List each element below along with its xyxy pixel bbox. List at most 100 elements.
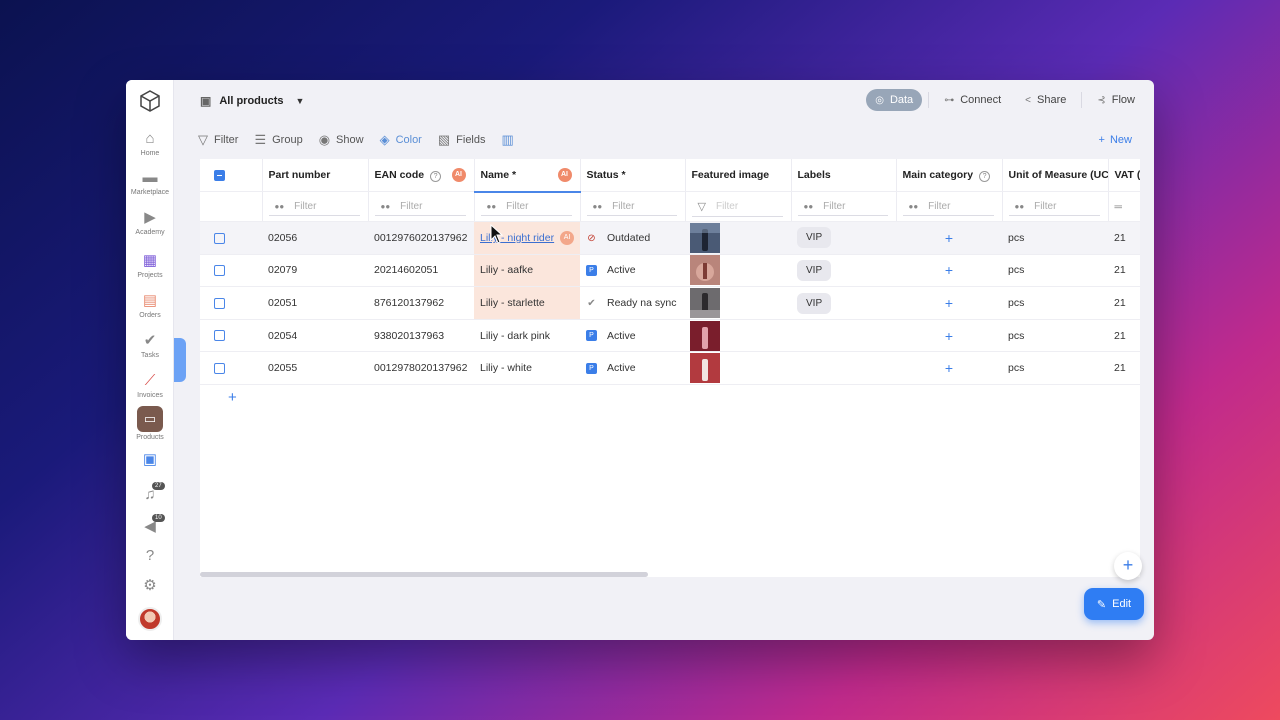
row-checkbox[interactable] bbox=[214, 362, 225, 374]
column-header[interactable]: Unit of Measure (UC bbox=[1002, 159, 1109, 193]
app-logo-icon[interactable] bbox=[139, 90, 161, 112]
row-checkbox[interactable] bbox=[214, 330, 225, 342]
ean-code-cell[interactable]: 876120137962 bbox=[368, 286, 474, 320]
horizontal-scrollbar[interactable] bbox=[200, 572, 648, 577]
column-header[interactable]: Main category? bbox=[896, 159, 1003, 193]
featured-image-cell[interactable] bbox=[685, 286, 791, 320]
sidebar-item-projects[interactable]: ▦ Projects bbox=[126, 252, 174, 279]
connect-button[interactable]: ⊶ Connect bbox=[935, 89, 1010, 111]
vip-tag[interactable]: VIP bbox=[797, 259, 832, 281]
layout-button[interactable]: ▥ bbox=[502, 132, 514, 148]
plus-icon[interactable]: + bbox=[945, 360, 953, 376]
featured-image-cell[interactable] bbox=[685, 221, 791, 255]
sidebar-item-tasks[interactable]: ✔ Tasks bbox=[126, 332, 174, 359]
column-header[interactable]: Labels bbox=[791, 159, 897, 193]
featured-image-cell[interactable] bbox=[685, 351, 791, 386]
name-cell[interactable]: Liliy - aafke bbox=[474, 254, 580, 288]
color-button[interactable]: ◈ Color bbox=[380, 132, 422, 148]
part-number-cell[interactable]: 02051 bbox=[262, 286, 368, 320]
add-category-cell[interactable]: + bbox=[896, 351, 1002, 386]
new-record-button[interactable]: + New bbox=[1099, 134, 1132, 146]
labels-cell[interactable] bbox=[791, 351, 896, 386]
product-thumbnail[interactable] bbox=[690, 255, 720, 286]
featured-image-cell[interactable] bbox=[685, 254, 791, 288]
sidebar-item-notifications[interactable]: ♫ 27 bbox=[126, 482, 174, 504]
filter-cell[interactable]: ●● Filter bbox=[368, 191, 475, 223]
row-select-cell[interactable] bbox=[200, 286, 262, 320]
filter-cell[interactable]: ▽ Filter bbox=[685, 191, 792, 223]
column-filter-input[interactable]: ▽ Filter bbox=[691, 197, 783, 217]
sidebar-item-announcements[interactable]: ◀ 10 bbox=[126, 514, 174, 536]
row-select-cell[interactable] bbox=[200, 319, 262, 353]
column-filter-input[interactable]: ●● Filter bbox=[268, 198, 360, 216]
help-icon[interactable]: ? bbox=[979, 170, 991, 182]
status-cell[interactable]: P Active bbox=[580, 319, 685, 353]
filter-cell[interactable]: ●● Filter bbox=[474, 191, 581, 223]
row-select-cell[interactable] bbox=[200, 254, 262, 288]
sidebar-item-settings[interactable]: ⚙ bbox=[126, 577, 174, 595]
share-button[interactable]: < Share bbox=[1016, 89, 1075, 111]
sidebar-item-marketplace[interactable]: ▬ Marketplace bbox=[126, 169, 174, 196]
add-category-cell[interactable]: + bbox=[896, 221, 1002, 255]
sidebar-item-orders[interactable]: ▤ Orders bbox=[126, 292, 174, 319]
help-icon[interactable]: ? bbox=[430, 170, 442, 182]
column-header[interactable]: Featured image bbox=[685, 159, 792, 193]
add-category-cell[interactable]: + bbox=[896, 286, 1002, 320]
unit-cell[interactable]: pcs bbox=[1002, 254, 1108, 288]
column-filter-input[interactable]: ●● Filter bbox=[797, 198, 888, 216]
column-filter-input[interactable]: ●● Filter bbox=[374, 198, 466, 216]
add-field-button[interactable]: + bbox=[1114, 552, 1142, 580]
labels-cell[interactable] bbox=[791, 319, 896, 353]
part-number-cell[interactable]: 02055 bbox=[262, 351, 368, 386]
ai-badge-icon[interactable]: AI bbox=[451, 168, 466, 182]
featured-image-cell[interactable] bbox=[685, 319, 791, 353]
add-row-button[interactable]: + bbox=[228, 389, 237, 406]
row-select-cell[interactable] bbox=[200, 221, 262, 255]
vat-cell[interactable]: 21 bbox=[1108, 351, 1140, 386]
column-header[interactable]: VAT (% bbox=[1108, 159, 1140, 193]
plus-icon[interactable]: + bbox=[945, 230, 953, 246]
sidebar-item-invoices[interactable]: ⟋ Invoices bbox=[126, 372, 174, 399]
filter-cell[interactable]: ●● Filter bbox=[580, 191, 686, 223]
vat-cell[interactable]: 21 bbox=[1108, 286, 1140, 320]
column-filter-input[interactable]: ●● Filter bbox=[1008, 198, 1100, 216]
ean-code-cell[interactable]: 0012976020137962 bbox=[368, 221, 474, 255]
add-category-cell[interactable]: + bbox=[896, 319, 1002, 353]
unit-cell[interactable]: pcs bbox=[1002, 221, 1108, 255]
plus-icon[interactable]: + bbox=[945, 295, 953, 311]
sidebar-item-home[interactable]: ⌂ Home bbox=[126, 130, 174, 157]
product-thumbnail[interactable] bbox=[690, 353, 720, 384]
part-number-cell[interactable]: 02079 bbox=[262, 254, 368, 288]
sidebar-resize-handle[interactable] bbox=[174, 338, 186, 382]
vat-cell[interactable]: 21 bbox=[1108, 319, 1140, 353]
filter-cell[interactable]: ═ bbox=[1108, 191, 1140, 223]
fields-button[interactable]: ▧ Fields bbox=[438, 132, 486, 148]
filter-cell[interactable]: ●● Filter bbox=[896, 191, 1003, 223]
status-cell[interactable]: ⊘ Outdated bbox=[580, 221, 685, 255]
edit-button[interactable]: ✎ Edit bbox=[1084, 588, 1144, 620]
column-header[interactable]: EAN code? AI bbox=[368, 159, 475, 193]
unit-cell[interactable]: pcs bbox=[1002, 319, 1108, 353]
sidebar-item-apps[interactable]: ▣ bbox=[126, 451, 174, 469]
ean-code-cell[interactable]: 20214602051 bbox=[368, 254, 474, 288]
labels-cell[interactable]: VIP bbox=[791, 286, 896, 320]
name-cell[interactable]: Liliy - white bbox=[474, 351, 580, 386]
column-header[interactable]: Name * AI bbox=[474, 159, 581, 193]
product-thumbnail[interactable] bbox=[690, 288, 720, 319]
row-select-cell[interactable] bbox=[200, 351, 262, 386]
table-row[interactable]: 02051 876120137962 Liliy - starlette ✔ Re… bbox=[200, 286, 1140, 320]
vat-cell[interactable]: 21 bbox=[1108, 254, 1140, 288]
labels-cell[interactable]: VIP bbox=[791, 221, 896, 255]
sidebar-item-academy[interactable]: ▶ Academy bbox=[126, 209, 174, 236]
status-cell[interactable]: P Active bbox=[580, 254, 685, 288]
data-button[interactable]: ◎ Data bbox=[866, 89, 923, 111]
column-filter-input[interactable]: ●● Filter bbox=[480, 198, 572, 216]
ean-code-cell[interactable]: 938020137963 bbox=[368, 319, 474, 353]
row-checkbox[interactable] bbox=[214, 297, 225, 309]
group-button[interactable]: ☰ Group bbox=[254, 132, 302, 148]
vat-cell[interactable]: 21 bbox=[1108, 221, 1140, 255]
filter-cell[interactable]: ●● Filter bbox=[1002, 191, 1109, 223]
plus-icon[interactable]: + bbox=[945, 328, 953, 344]
filter-button[interactable]: ▽ Filter bbox=[198, 132, 238, 148]
filter-cell[interactable]: ●● Filter bbox=[262, 191, 369, 223]
